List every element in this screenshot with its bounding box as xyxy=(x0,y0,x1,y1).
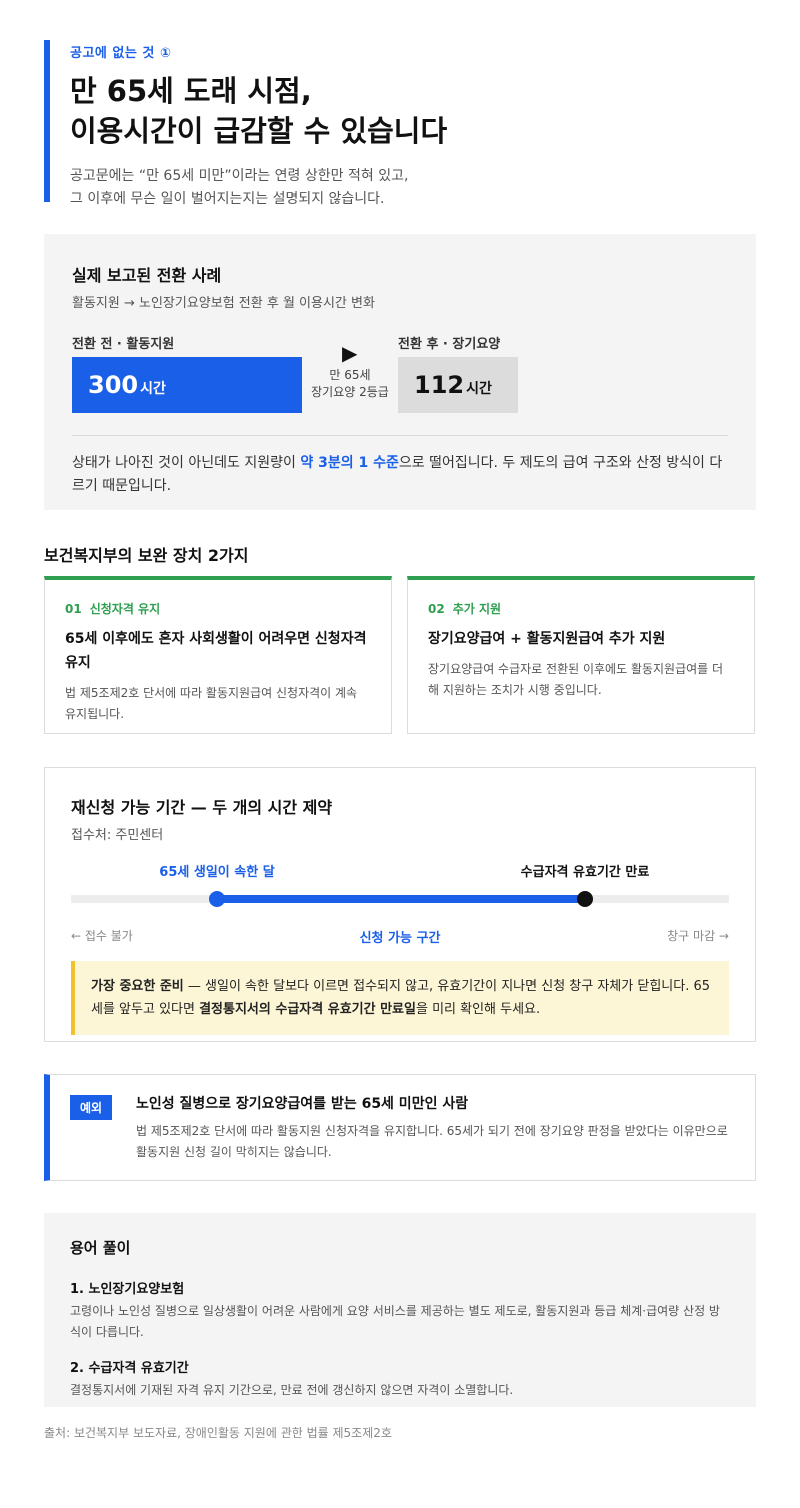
case-title: 실제 보고된 전환 사례 xyxy=(72,266,222,285)
glossary: 용어 풀이 1. 노인장기요양보험 고령이나 노인성 질병으로 일상생활이 어려… xyxy=(44,1213,756,1407)
case-note-pre: 상태가 나아진 것이 아닌데도 지원량이 xyxy=(72,455,301,471)
card-tag: 02 추가 지원 xyxy=(428,600,734,617)
card-description: 법 제5조제2호 단서에 따라 활동지원급여 신청자격이 계속 유지됩니다. xyxy=(65,686,358,721)
card-title: 65세 이후에도 혼자 사회생활이 어려우면 신청자격 유지 xyxy=(65,631,367,671)
card-title: 장기요양급여 + 활동지원급여 추가 지원 xyxy=(428,631,666,647)
timeline: 65세 생일이 속한 달 수급자격 유효기간 만료 xyxy=(71,857,729,937)
timeline-end-marker xyxy=(577,891,593,907)
transition-line-2: 장기요양 2등급 xyxy=(311,385,389,399)
timeline-start-label: 65세 생일이 속한 달 xyxy=(159,865,275,880)
after-unit: 시간 xyxy=(466,381,492,397)
glossary-title: 용어 풀이 xyxy=(70,1239,131,1257)
card-tag: 01 신청자격 유지 xyxy=(65,600,371,617)
measure-card-2: 02 추가 지원 장기요양급여 + 활동지원급여 추가 지원 장기요양급여 수급자… xyxy=(407,576,755,734)
exception-description: 법 제5조제2호 단서에 따라 활동지원 신청자격을 유지합니다. 65세가 되… xyxy=(136,1124,728,1159)
header: 공고에 없는 것 ① 만 65세 도래 시점, 이용시간이 급감할 수 있습니다… xyxy=(44,40,756,207)
reapply-window-box: 재신청 가능 기간 — 두 개의 시간 제약 접수처: 주민센터 65세 생일이… xyxy=(44,767,756,1042)
subtitle-line-1: 공고문에는 “만 65세 미만”이라는 연령 상한만 적혀 있고, xyxy=(70,168,409,184)
case-subtitle: 활동지원 → 노인장기요양보험 전환 후 월 이용시간 변화 xyxy=(72,296,375,311)
case-box: 실제 보고된 전환 사례 활동지원 → 노인장기요양보험 전환 후 월 이용시간… xyxy=(44,234,756,510)
eyebrow: 공고에 없는 것 ① xyxy=(70,46,172,61)
transition-line-1: 만 65세 xyxy=(329,368,371,382)
before-value-box: 300 시간 xyxy=(72,357,302,413)
arrow-right-icon: ▶ xyxy=(342,341,358,365)
card-tag-label: 추가 지원 xyxy=(452,602,502,616)
source-note: 출처: 보건복지부 보도자료, 장애인활동 지원에 관한 법률 제5조제2호 xyxy=(44,1426,392,1440)
case-note: 상태가 나아진 것이 아닌데도 지원량이 약 3분의 1 수준으로 떨어집니다.… xyxy=(72,452,728,498)
measures-section-title: 보건복지부의 보완 장치 2가지 xyxy=(44,546,249,565)
card-tag-label: 신청자격 유지 xyxy=(89,602,161,616)
card-description: 장기요양급여 수급자로 전환된 이후에도 활동지원급여를 더해 지원하는 조치가… xyxy=(428,662,724,697)
case-note-highlight: 약 3분의 1 수준 xyxy=(300,455,399,471)
page-title: 만 65세 도래 시점, 이용시간이 급감할 수 있습니다 xyxy=(70,71,756,151)
glossary-term: 2. 수급자격 유효기간 xyxy=(70,1361,189,1376)
page-subtitle: 공고문에는 “만 65세 미만”이라는 연령 상한만 적혀 있고, 그 이후에 … xyxy=(70,165,756,211)
window-title: 재신청 가능 기간 — 두 개의 시간 제약 xyxy=(71,798,333,817)
measure-card-1: 01 신청자격 유지 65세 이후에도 혼자 사회생활이 어려우면 신청자격 유지… xyxy=(44,576,392,734)
title-line-1: 만 65세 도래 시점, xyxy=(70,74,312,108)
glossary-term: 1. 노인장기요양보험 xyxy=(70,1282,185,1297)
transition-note: 만 65세 장기요양 2등급 xyxy=(302,367,398,401)
timeline-left-note: ← 접수 불가 xyxy=(71,929,133,943)
timeline-mid-note: 신청 가능 구간 xyxy=(359,931,441,946)
timeline-footer: ← 접수 불가 신청 가능 구간 창구 마감 → xyxy=(71,927,729,947)
timeline-active-range xyxy=(217,895,585,903)
after-value: 112 xyxy=(414,371,465,399)
card-number: 02 xyxy=(428,602,445,616)
warning-lead: 가장 중요한 준비 xyxy=(91,979,184,994)
after-label: 전환 후 · 장기요양 xyxy=(398,337,501,352)
before-label: 전환 전 · 활동지원 xyxy=(72,337,175,352)
title-line-2: 이용시간이 급감할 수 있습니다 xyxy=(70,114,448,148)
warning-text-2: 을 미리 확인해 두세요. xyxy=(415,1002,541,1017)
subtitle-line-2: 그 이후에 무슨 일이 벌어지는지는 설명되지 않습니다. xyxy=(70,191,385,207)
glossary-definition: 고령이나 노인성 질병으로 일상생활이 어려운 사람에게 요양 서비스를 제공하… xyxy=(70,1304,720,1339)
timeline-right-note: 창구 마감 → xyxy=(667,929,729,943)
exception-title: 노인성 질병으로 장기요양급여를 받는 65세 미만인 사람 xyxy=(136,1096,469,1112)
before-value: 300 xyxy=(88,371,139,399)
after-value-box: 112 시간 xyxy=(398,357,518,413)
warning-callout: 가장 중요한 준비 — 생일이 속한 달보다 이르면 접수되지 않고, 유효기간… xyxy=(71,961,729,1035)
timeline-start-marker xyxy=(209,891,225,907)
comparison: 전환 전 · 활동지원 300 시간 ▶ 만 65세 장기요양 2등급 전환 후… xyxy=(72,333,728,427)
glossary-definition: 결정통지서에 기재된 자격 유지 기간으로, 만료 전에 갱신하지 않으면 자격… xyxy=(70,1383,514,1397)
exception-box: 예외 노인성 질병으로 장기요양급여를 받는 65세 미만인 사람 법 제5조제… xyxy=(44,1074,756,1181)
warning-bold: 결정통지서의 수급자격 유효기간 만료일 xyxy=(199,1002,416,1017)
divider xyxy=(72,435,728,436)
exception-badge: 예외 xyxy=(70,1095,113,1120)
card-number: 01 xyxy=(65,602,82,616)
timeline-end-label: 수급자격 유효기간 만료 xyxy=(520,865,650,880)
window-subtitle: 접수처: 주민센터 xyxy=(71,828,164,843)
before-unit: 시간 xyxy=(140,381,166,397)
